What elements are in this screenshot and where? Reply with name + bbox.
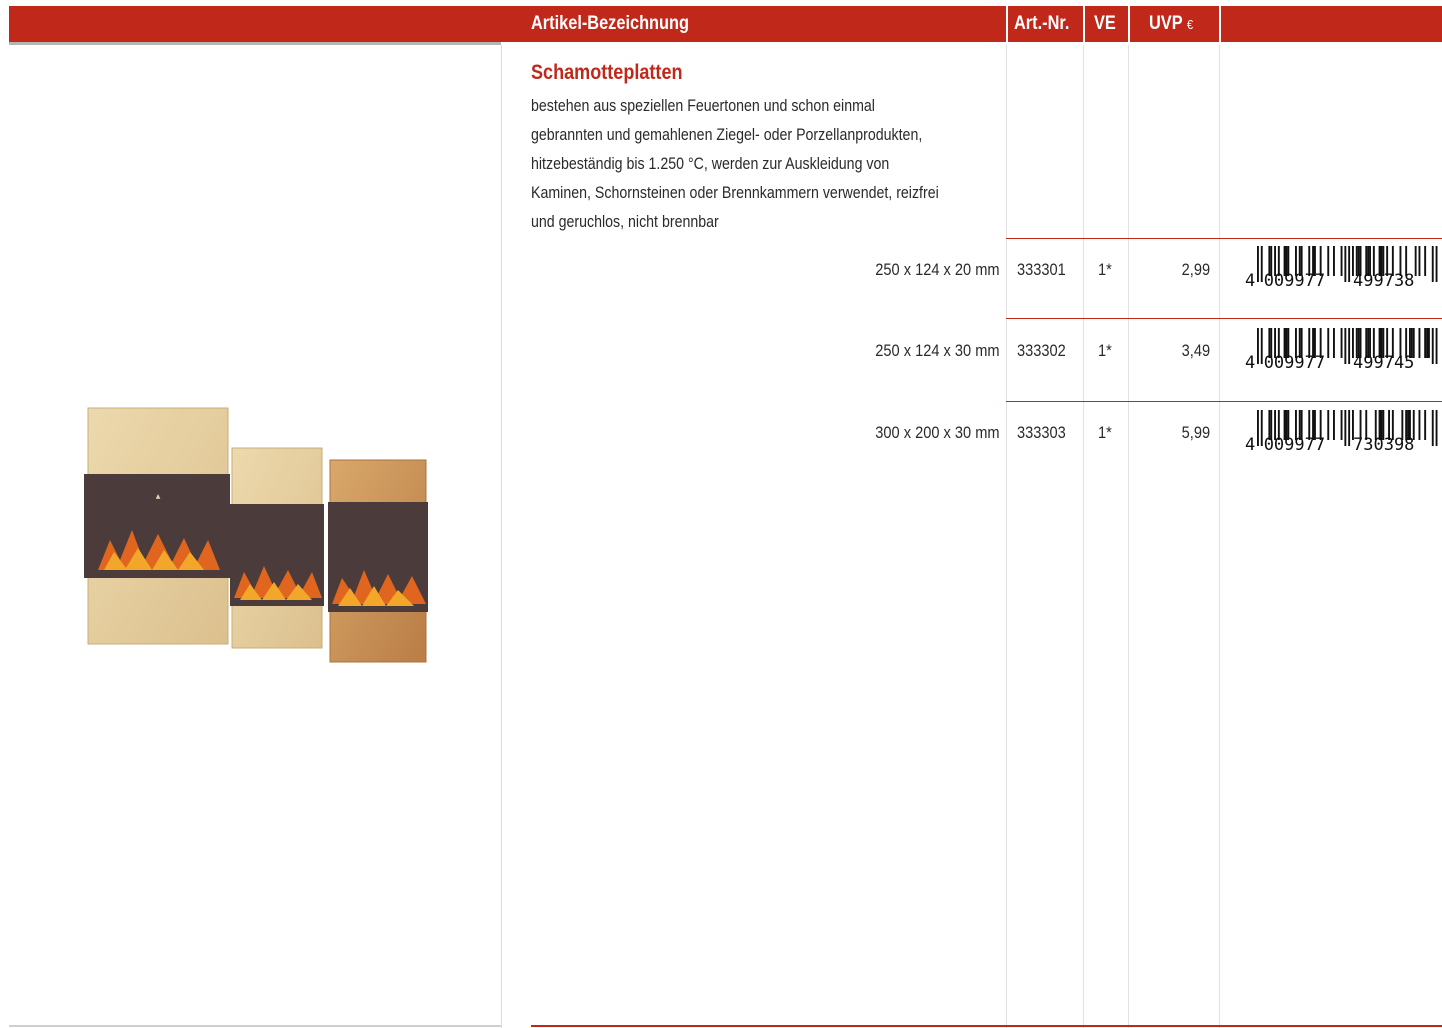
footer-rule <box>9 1025 501 1027</box>
header-designation: Artikel-Bezeichnung <box>531 13 689 34</box>
barcode-bar <box>1333 246 1335 276</box>
barcode-bar <box>1435 410 1438 446</box>
header-divider <box>1219 6 1221 42</box>
header-art-nr: Art.-Nr. <box>1014 13 1070 34</box>
column-rule <box>1128 45 1129 1028</box>
row-divider <box>1006 238 1442 239</box>
barcode-bar <box>1424 246 1427 276</box>
barcode-bar <box>1418 410 1421 440</box>
barcode-bar <box>1257 328 1259 364</box>
description-line: gebrannten und gemahlenen Ziegel- oder P… <box>531 126 923 144</box>
row-art-nr: 333301 <box>1017 260 1066 279</box>
product-title: Schamotteplatten <box>531 61 683 84</box>
row-price: 2,99 <box>1181 260 1210 279</box>
barcode-bar <box>1424 328 1427 358</box>
header-divider <box>1006 6 1008 42</box>
row-dimensions: 300 x 200 x 30 mm <box>875 423 1000 442</box>
barcode-bar <box>1348 246 1351 282</box>
header-uvp-label: UVP <box>1149 13 1183 34</box>
row-divider <box>1006 401 1442 402</box>
barcode-bar <box>1348 328 1351 364</box>
row-dimensions: 250 x 124 x 30 mm <box>875 341 1000 360</box>
barcode-digits: 009977 <box>1264 271 1325 288</box>
row-price: 5,99 <box>1181 423 1210 442</box>
barcode-bar <box>1340 410 1343 440</box>
barcode-digits: 499745 <box>1353 353 1414 370</box>
row-ve: 1* <box>1098 423 1112 442</box>
header-ve: VE <box>1094 13 1116 34</box>
column-rule <box>1219 45 1220 1028</box>
description-line: Kaminen, Schornsteinen oder Brennkammern… <box>531 184 939 202</box>
barcode-bar <box>1344 410 1347 446</box>
barcode-bar <box>1348 410 1351 446</box>
row-price: 3,49 <box>1181 341 1210 360</box>
header-shadow <box>9 42 501 45</box>
barcode-digits: 730398 <box>1353 435 1414 452</box>
row-art-nr: 333302 <box>1017 341 1066 360</box>
barcode-bar <box>1344 328 1347 364</box>
column-rule <box>1006 45 1007 1028</box>
barcode-bar <box>1327 410 1330 440</box>
column-rule <box>501 45 502 1028</box>
barcode-bar <box>1418 246 1421 276</box>
product-image: ▲ <box>80 400 440 677</box>
barcode-bar <box>1257 410 1259 446</box>
row-ve: 1* <box>1098 341 1112 360</box>
barcode-bar <box>1260 328 1263 364</box>
barcode-bar <box>1333 328 1335 358</box>
package-label: ▲ <box>156 493 161 500</box>
header-uvp-unit: € <box>1186 17 1194 32</box>
barcode-bar <box>1435 246 1438 282</box>
header-divider <box>1083 6 1085 42</box>
row-art-nr: 333303 <box>1017 423 1066 442</box>
barcode-bar <box>1428 328 1430 358</box>
barcode-digits: 499738 <box>1353 271 1414 288</box>
barcode-bar <box>1435 328 1438 364</box>
header-divider <box>1128 6 1130 42</box>
barcode-bar <box>1344 246 1347 282</box>
barcode-bar <box>1426 328 1428 358</box>
barcode-digits: 4 <box>1245 271 1255 288</box>
barcode-digits: 4 <box>1245 353 1255 370</box>
barcode-bar <box>1327 328 1330 358</box>
barcode-bar <box>1340 328 1343 358</box>
barcode-bar <box>1260 246 1263 282</box>
row-ve: 1* <box>1098 260 1112 279</box>
barcode-bar <box>1333 410 1335 440</box>
barcode-bar <box>1424 410 1427 440</box>
row-dimensions: 250 x 124 x 20 mm <box>875 260 1000 279</box>
table-header-bar <box>9 6 1442 42</box>
column-rule <box>1083 45 1084 1028</box>
description-line: hitzebeständig bis 1.250 °C, werden zur … <box>531 155 890 173</box>
description-line: bestehen aus speziellen Feuertonen und s… <box>531 97 875 115</box>
row-divider <box>1006 318 1442 319</box>
barcode: 4 009977 499738 <box>1245 244 1442 288</box>
footer-rule <box>531 1025 1442 1027</box>
barcode-digits: 009977 <box>1264 353 1325 370</box>
barcode-bar <box>1431 410 1434 446</box>
barcode-bar <box>1260 410 1263 446</box>
barcode: 4 009977 730398 <box>1245 408 1442 452</box>
product-description: bestehen aus speziellen Feuertonen und s… <box>531 92 1002 237</box>
header-uvp: UVP € <box>1149 6 1193 42</box>
barcode-bar <box>1340 246 1343 276</box>
barcode-bar <box>1257 246 1259 282</box>
barcode-bar <box>1327 246 1330 276</box>
barcode-bar <box>1431 328 1434 364</box>
barcode-digits: 4 <box>1245 435 1255 452</box>
barcode-bar <box>1418 328 1421 358</box>
barcode-bar <box>1414 246 1417 276</box>
description-line: und geruchlos, nicht brennbar <box>531 213 719 231</box>
barcode: 4 009977 499745 <box>1245 326 1442 370</box>
barcode-bar <box>1431 246 1434 282</box>
barcode-digits: 009977 <box>1264 435 1325 452</box>
